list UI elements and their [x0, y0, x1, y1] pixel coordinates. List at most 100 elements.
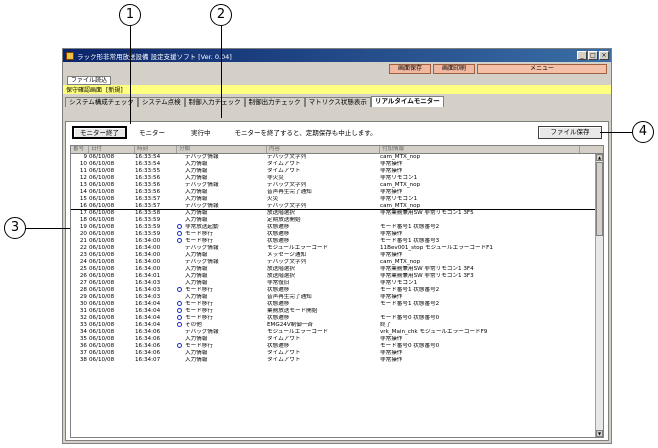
tab-control-output-check[interactable]: 制御出力チェック: [244, 97, 305, 107]
table-row[interactable]: 11 06/10/08 16:33:55 入力情報 タイムアウト 非常操作: [71, 168, 603, 175]
table-row[interactable]: 34 06/10/08 16:34:06 デバッグ情報 モジュールエラーコード vrk_M…: [71, 329, 603, 336]
row-marker: [177, 308, 185, 315]
table-row[interactable]: 23 06/10/08 16:34:00 入力情報 メッセージ通知 非常操作: [71, 252, 603, 259]
table-row[interactable]: 14 06/10/08 16:33:56 入力情報 音声再生完了通知 非常操作: [71, 189, 603, 196]
row-date: 06/10/08: [89, 182, 115, 188]
row-content: デバッグ文字列: [267, 259, 307, 265]
minimize-button[interactable]: _: [577, 51, 587, 60]
table-row[interactable]: 18 06/10/08 16:33:59 入力情報 定期放送開始: [71, 217, 603, 224]
file-load-menu[interactable]: ファイル読込: [67, 75, 112, 85]
table-row[interactable]: 28 06/10/08 16:34:03 モード移行 状態遷移 モード番号1 状態番号2: [71, 287, 603, 294]
scroll-thumb[interactable]: [596, 162, 603, 236]
row-additional-info: [380, 308, 580, 315]
table-row[interactable]: 21 06/10/08 16:34:00 モード移行 状態遷移 モード番号1 状態番号3: [71, 238, 603, 245]
close-button[interactable]: ×: [599, 51, 609, 60]
maximize-button[interactable]: □: [588, 51, 598, 60]
vertical-scrollbar[interactable]: ▲ ▼: [595, 154, 603, 437]
callout-4-leader: [600, 132, 632, 133]
row-category: 入力情報: [185, 294, 208, 300]
row-additional-info: 終了: [380, 322, 392, 328]
screen-save-button[interactable]: 画面保存: [388, 63, 431, 74]
table-row[interactable]: 36 06/10/08 16:34:06 モード移行 状態遷移 モード番号0 状態番号0: [71, 343, 603, 350]
row-time: 16:34:06: [135, 350, 161, 356]
table-row[interactable]: 27 06/10/08 16:34:03 入力情報 非常復旧 非常リモコン1: [71, 280, 603, 287]
table-row[interactable]: 35 06/10/08 16:34:06 入力情報 タイムアウト 非常操作: [71, 336, 603, 343]
circle-marker-icon: [177, 343, 182, 348]
row-date: 06/10/08: [89, 315, 115, 321]
screen-print-button[interactable]: 画面印刷: [432, 63, 475, 74]
row-time: 16:34:03: [135, 294, 161, 300]
scroll-down-icon[interactable]: ▼: [596, 430, 603, 437]
tab-realtime-monitor[interactable]: リアルタイムモニター: [370, 96, 444, 107]
row-additional-info: 非常操作: [380, 189, 403, 195]
row-category: 入力情報: [185, 175, 208, 181]
row-date: 06/10/08: [89, 280, 115, 286]
table-row[interactable]: 25 06/10/08 16:34:00 入力情報 放送階選択 非常業務兼用SW 非常リモ…: [71, 266, 603, 273]
row-time: 16:34:06: [135, 343, 161, 349]
menu-button[interactable]: メニュー: [477, 63, 607, 74]
table-row[interactable]: 17 06/10/08 16:33:58 入力情報 放送階選択 非常業務兼用SW 非常リモ…: [71, 210, 603, 217]
table-row[interactable]: 16 06/10/08 16:33:57 デバッグ情報 デバッグ文字列 cam_MTX_n…: [71, 203, 603, 210]
table-row[interactable]: 24 06/10/08 16:34:00 デバッグ情報 デバッグ文字列 cam_MTX_n…: [71, 259, 603, 266]
row-date: 06/10/08: [89, 203, 115, 209]
row-date: 06/10/08: [89, 287, 115, 293]
table-row[interactable]: 13 06/10/08 16:33:56 デバッグ情報 デバッグ文字列 cam_MTX_n…: [71, 182, 603, 189]
table-row[interactable]: 20 06/10/08 16:33:59 モード移行 状態遷移 非常操作: [71, 231, 603, 238]
row-marker: [177, 329, 185, 336]
table-row[interactable]: 31 06/10/08 16:34:04 モード移行 業務放送モード開始: [71, 308, 603, 315]
circle-marker-icon: [177, 224, 182, 229]
row-additional-info: 非常リモコン1: [380, 175, 418, 181]
table-row[interactable]: 37 06/10/08 16:34:06 入力情報 タイムアウト 非常操作: [71, 350, 603, 357]
circle-marker-icon: [177, 315, 182, 320]
callout-3-leader: [26, 228, 70, 229]
row-category: モード移行: [185, 343, 213, 349]
table-row[interactable]: 33 06/10/08 16:34:04 その他 EMG24V制御一斉 終了: [71, 322, 603, 329]
row-date: 06/10/08: [89, 161, 115, 167]
row-additional-info: cam_MTX_nop: [380, 182, 421, 188]
row-date: 06/10/08: [89, 245, 115, 251]
table-row[interactable]: 10 06/10/08 16:33:54 入力情報 タイムアウト 非常操作: [71, 161, 603, 168]
tab-system-inspection[interactable]: システム点検: [137, 97, 185, 107]
table-row[interactable]: 32 06/10/08 16:34:04 モード移行 状態遷移 モード番号0 状態番号0: [71, 315, 603, 322]
monitor-stop-button[interactable]: モニター終了: [72, 125, 127, 139]
table-row[interactable]: 15 06/10/08 16:33:57 入力情報 火災 非常リモコン1: [71, 196, 603, 203]
table-row[interactable]: 26 06/10/08 16:34:01 入力情報 放送階選択 非常業務兼用SW 非常リモ…: [71, 273, 603, 280]
table-row[interactable]: 22 06/10/08 16:34:00 デバッグ情報 モジュールエラーコード 11Bev…: [71, 245, 603, 252]
event-log-grid[interactable]: 番号 日付 時刻 分類 内容 付加情報 9 06/10/08 16:33:54 デバッ…: [70, 145, 604, 438]
callout-3: 3: [4, 217, 26, 239]
row-time: 16:34:00: [135, 252, 161, 258]
row-number: 9: [83, 154, 87, 160]
monitor-state: 実行中: [191, 129, 211, 137]
row-number: 14: [79, 189, 87, 195]
tab-matrix-status[interactable]: マトリクス状態表示: [304, 97, 371, 107]
table-row[interactable]: 30 06/10/08 16:34:04 モード移行 状態遷移 モード番号1 状態番号2: [71, 301, 603, 308]
table-row[interactable]: 38 06/10/08 16:34:07 入力情報 タイムアウト 非常操作: [71, 357, 603, 364]
table-row[interactable]: 9 06/10/08 16:33:54 デバッグ情報 デバッグ文字列 cam_MTX_no…: [71, 154, 603, 161]
table-row[interactable]: 29 06/10/08 16:34:03 入力情報 音声再生完了通知 非常操作: [71, 294, 603, 301]
row-content: デバッグ文字列: [267, 182, 307, 188]
tab-control-input-check[interactable]: 制御入力チェック: [184, 97, 245, 107]
header-date: 日付: [89, 146, 135, 153]
table-row[interactable]: 19 06/10/08 16:33:59 非常放送起動 状態遷移 モード番号1 状態番号2: [71, 224, 603, 231]
row-marker: [177, 336, 185, 343]
row-marker: [177, 210, 185, 217]
row-date: 06/10/08: [89, 329, 115, 335]
row-marker: [177, 196, 185, 203]
row-content: タイムアウト: [267, 350, 301, 356]
row-number: 27: [79, 280, 87, 286]
row-number: 22: [79, 245, 87, 251]
callout-1-leader: [130, 26, 131, 124]
row-marker: [177, 294, 185, 301]
scroll-up-icon[interactable]: ▲: [596, 154, 603, 161]
file-save-button[interactable]: ファイル保存: [538, 125, 602, 139]
row-additional-info: 非常業務兼用SW 非常リモコン1 3F4: [380, 266, 474, 272]
row-marker: [177, 343, 185, 350]
row-date: 06/10/08: [89, 350, 115, 356]
row-content: 状態遷移: [267, 238, 290, 244]
row-category: モード移行: [185, 301, 213, 307]
table-row[interactable]: 12 06/10/08 16:33:56 入力情報 非火災 非常リモコン1: [71, 175, 603, 182]
row-content: 音声再生完了通知: [267, 294, 312, 300]
row-date: 06/10/08: [89, 357, 115, 363]
tab-system-config-check[interactable]: システム構成チェック: [65, 97, 138, 107]
row-date: 06/10/08: [89, 308, 115, 314]
